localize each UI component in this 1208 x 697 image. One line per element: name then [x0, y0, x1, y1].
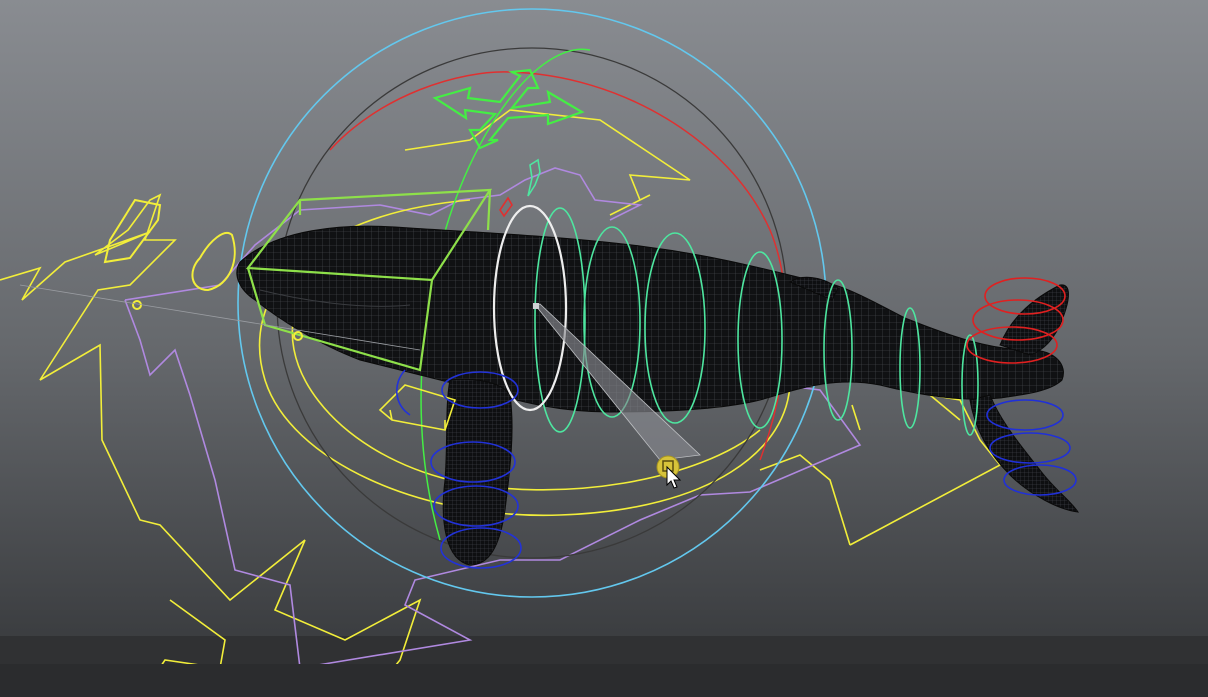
ik-handle-start[interactable] [533, 303, 539, 309]
viewport-scene[interactable] [0, 0, 1208, 697]
viewport-status-strip [0, 664, 1208, 697]
3d-viewport[interactable] [0, 0, 1208, 697]
viewport-floor [0, 636, 1208, 666]
